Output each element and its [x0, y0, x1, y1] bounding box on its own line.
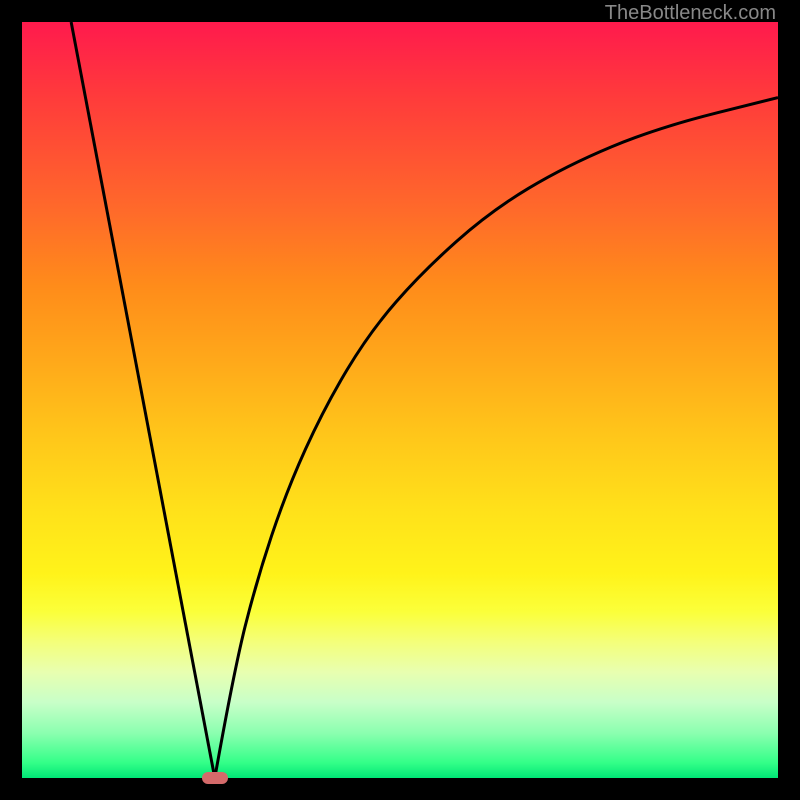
left-branch-line: [71, 22, 215, 778]
right-branch-line: [215, 98, 778, 778]
branding-text: TheBottleneck.com: [605, 2, 776, 25]
minimum-marker: [202, 772, 228, 784]
plot-area: [22, 22, 778, 778]
chart-frame: TheBottleneck.com: [0, 0, 800, 800]
bottleneck-curve: [22, 22, 778, 778]
